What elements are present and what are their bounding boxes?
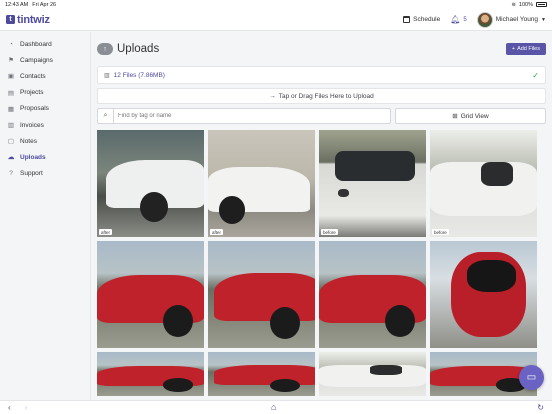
sidebar-item-label: Notes [20,137,37,145]
schedule-label: Schedule [413,16,441,23]
projects-icon: ▤ [7,89,15,97]
top-header: t tintwiz Schedule 🔔︎ 5 Michael Young ▼ [0,9,552,31]
status-time: 12:43 AM [5,1,29,8]
status-date: Fri Apr 26 [32,1,57,8]
sidebar-item-label: Uploads [20,153,46,161]
bar-chart-icon: ▥ [104,72,110,79]
uploads-icon: ☁ [7,154,15,162]
sidebar: ◔ Dashboard ⚑ Campaigns ▣ Contacts ▤ Project… [0,32,91,400]
sidebar-item-label: Invoices [20,121,44,129]
sidebar-item-label: Proposals [20,105,49,113]
sidebar-item-projects[interactable]: ▤ Projects [0,85,90,101]
logo-mark-icon: t [6,15,15,24]
add-files-button[interactable]: + Add Files [505,43,546,55]
campaigns-icon: ⚑ [8,57,14,65]
photo-thumbnail[interactable] [208,241,315,348]
sidebar-item-label: Dashboard [20,40,52,48]
sidebar-item-invoices[interactable]: ▥ Invoices [0,117,90,133]
sidebar-item-contacts[interactable]: ▣ Contacts [0,68,90,84]
grid-icon: ⊞ [452,113,458,120]
sidebar-item-campaigns[interactable]: ⚑ Campaigns [0,52,90,68]
plus-icon: + [511,46,516,52]
photo-thumbnail[interactable] [430,241,537,348]
photo-tag: before [321,229,338,235]
photo-tag: after [210,229,224,235]
photo-thumbnail[interactable]: after [208,130,315,237]
search-input[interactable] [114,109,390,123]
user-menu[interactable]: Michael Young ▼ [476,11,546,28]
search-icon[interactable]: ⌕ [98,109,114,123]
bottom-toolbar: ‹ › ⌂ ↻ [0,400,552,414]
photo-thumbnail[interactable] [319,352,426,396]
notes-icon: ▢ [7,138,15,146]
photo-thumbnail[interactable]: after [97,130,204,237]
chat-button[interactable]: ▭ [519,365,544,390]
photo-thumbnail[interactable]: before [319,130,426,237]
logo-text: tintwiz [17,13,50,26]
search-box: ⌕ [97,108,391,124]
reload-icon[interactable]: ↻ [537,403,544,412]
user-name: Michael Young [495,16,539,23]
contacts-icon: ▣ [7,73,15,81]
sidebar-item-notes[interactable]: ▢ Notes [0,133,90,149]
status-bar: 12:43 AM Fri Apr 26 ≋ 100% [0,0,552,9]
notifications-button[interactable]: 🔔︎ 5 [450,15,467,24]
photo-thumbnail[interactable] [319,241,426,348]
avatar [476,11,493,28]
add-files-label: Add Files [517,46,540,52]
calendar-icon [403,16,411,23]
notification-count: 5 [463,16,467,23]
photo-tag: after [99,229,113,235]
back-arrow-icon[interactable]: ‹ [8,403,11,412]
photo-thumbnail[interactable] [208,352,315,396]
photo-tag: before [432,229,449,235]
sidebar-item-label: Support [20,170,43,178]
wifi-icon: ≋ [511,1,516,8]
cloud-upload-icon: ↑ [97,43,113,55]
sidebar-item-uploads[interactable]: ☁ Uploads [0,149,90,165]
arrow-right-icon: → [269,92,276,100]
sidebar-item-label: Campaigns [20,56,53,64]
battery-percent: 100% [518,1,533,8]
photo-thumbnail[interactable]: before [430,130,537,237]
grid-view-label: Grid View [460,112,489,120]
check-icon: ✓ [532,70,539,80]
main-content: ↑ Uploads + Add Files ▥ 12 Files (7.86MB… [92,32,552,400]
files-summary-bar[interactable]: ▥ 12 Files (7.86MB) ✓ [97,66,546,84]
sidebar-item-support[interactable]: ? Support [0,166,90,182]
forward-arrow-icon[interactable]: › [25,403,28,412]
dashboard-icon: ◔ [9,40,13,48]
invoices-icon: ▥ [7,122,15,130]
chat-icon: ▭ [526,372,537,383]
sidebar-item-label: Projects [20,89,44,97]
proposals-icon: ▦ [7,105,15,113]
drop-zone-text: Tap or Drag Files Here to Upload [278,92,374,100]
files-summary: 12 Files (7.86MB) [113,71,165,79]
logo[interactable]: t tintwiz [6,14,50,26]
photo-grid: after after before before [97,130,546,396]
schedule-button[interactable]: Schedule [403,16,440,23]
sidebar-item-dashboard[interactable]: ◔ Dashboard [0,36,90,52]
home-icon[interactable]: ⌂ [271,402,276,412]
photo-thumbnail[interactable] [97,241,204,348]
bell-icon: 🔔︎ [450,15,461,24]
grid-view-button[interactable]: ⊞ Grid View [395,108,546,124]
support-icon: ? [9,170,13,178]
drop-zone[interactable]: → Tap or Drag Files Here to Upload [97,88,546,104]
sidebar-item-label: Contacts [20,72,46,80]
chevron-down-icon: ▼ [541,16,546,23]
battery-icon [536,2,547,7]
photo-thumbnail[interactable] [97,352,204,396]
page-title: Uploads [117,43,160,55]
sidebar-item-proposals[interactable]: ▦ Proposals [0,101,90,117]
